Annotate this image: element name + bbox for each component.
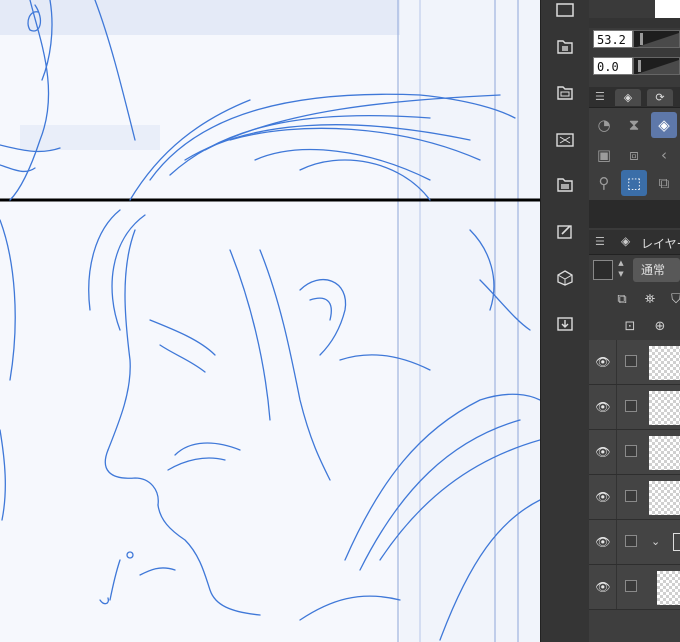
image-icon[interactable] [553,172,577,196]
layer-folder-row[interactable]: 👁 ⌄ [589,520,680,565]
clip-icon[interactable]: ⧉ [613,290,631,308]
layer-thumbnail [649,391,680,425]
layer-thumbnail [649,346,680,380]
copy-icon[interactable]: ⧉ [651,170,677,196]
eye-icon[interactable]: 👁 [595,534,611,550]
layer-list: 👁 👁 👁 👁 👁 ⌄ 👁 [589,340,680,642]
layout-icon[interactable] [553,80,577,104]
sketch-layer [0,0,540,642]
panel-titlebar [589,18,680,28]
new-raster-icon[interactable]: ⊡ [621,317,639,335]
layer-menu-icon[interactable]: ☰ [595,235,605,248]
eye-icon[interactable]: 👁 [595,444,611,460]
opacity-slider[interactable] [633,57,680,75]
border-icon[interactable]: ⧗ [621,112,647,138]
layer-checkbox[interactable] [625,535,637,547]
layer-thumbnail [649,436,680,470]
back-icon[interactable]: ‹ [651,142,677,168]
layer-tools-row-2: ⊡ ⊕ [589,313,680,340]
layer-thumbnail [649,481,680,515]
3d-icon[interactable] [553,266,577,290]
reference-icon[interactable]: ⛯ [641,290,659,308]
eye-icon[interactable]: 👁 [595,489,611,505]
blend-stepper[interactable]: ▲ ▼ [615,258,627,282]
shield-icon[interactable]: ⛉ [667,290,680,308]
layer-checkbox[interactable] [625,490,637,502]
opacity-field[interactable]: 0.0 [593,57,633,75]
layer-property-tools: ◔ ⧗ ◈ ▣ ⧈ ‹ ⚲ ⬚ ⧉ [589,108,680,200]
eye-icon[interactable]: 👁 [595,579,611,595]
tab-layer-property[interactable]: ◈ [615,89,641,106]
lock-icon[interactable]: ⚲ [591,170,617,196]
chevron-down-icon[interactable]: ⌄ [651,535,660,548]
mask-icon[interactable]: ⧈ [621,142,647,168]
blend-mode-select[interactable]: 通常 [633,258,680,282]
layer-tools-row-1: ⧉ ⛯ ⛉ [589,286,680,312]
tab-layer-search[interactable]: ⟳ [647,89,673,106]
right-panel: 53.2 0.0 ☰ ◈ ⟳ ◔ ⧗ ◈ ▣ ⧈ ‹ ⚲ ⬚ ⧉ ☰ ◈ レイヤ… [589,0,680,642]
layer-checkbox[interactable] [625,355,637,367]
subtool-tabbar: ☰ ◈ ⟳ [589,87,680,108]
layer-row[interactable]: 👁 [589,340,680,385]
brush-size-field[interactable]: 53.2 [593,30,633,48]
layer-row[interactable]: 👁 [589,430,680,475]
layer-row[interactable]: 👁 [589,385,680,430]
eye-icon[interactable]: 👁 [595,399,611,415]
layer-checkbox[interactable] [625,400,637,412]
selection-icon[interactable]: ⬚ [621,170,647,196]
panel-icon-strip [540,0,589,642]
effect-icon[interactable]: ◔ [591,112,617,138]
layer-panel-title: レイヤー [641,237,680,251]
brush-size-slider[interactable] [633,30,680,48]
layer-panel-header: ☰ ◈ レイヤー [589,230,680,255]
eye-icon[interactable]: 👁 [595,354,611,370]
tone-icon[interactable]: ▣ [591,142,617,168]
layer-checkbox[interactable] [625,445,637,457]
transform-icon[interactable] [553,128,577,152]
layer-thumbnail [657,571,680,605]
folder-icon [673,533,680,551]
navigator-icon[interactable] [553,0,577,22]
layers-icon: ◈ [621,234,631,248]
drawing-canvas[interactable] [0,0,540,642]
import-icon[interactable] [553,312,577,336]
panel-divider [589,200,680,228]
layer-row[interactable]: 👁 [589,475,680,520]
new-vector-icon[interactable]: ⊕ [651,317,669,335]
menu-icon[interactable]: ☰ [595,90,605,103]
blend-row: ▲ ▼ 通常 [589,256,680,286]
layer-checkbox[interactable] [625,580,637,592]
layer-color-icon[interactable]: ◈ [651,112,677,138]
top-canvas-preview [655,0,680,18]
edit-icon[interactable] [553,220,577,244]
material-icon[interactable] [553,34,577,58]
layer-row[interactable]: 👁 [589,565,680,610]
layer-color-swatch[interactable] [593,260,613,280]
